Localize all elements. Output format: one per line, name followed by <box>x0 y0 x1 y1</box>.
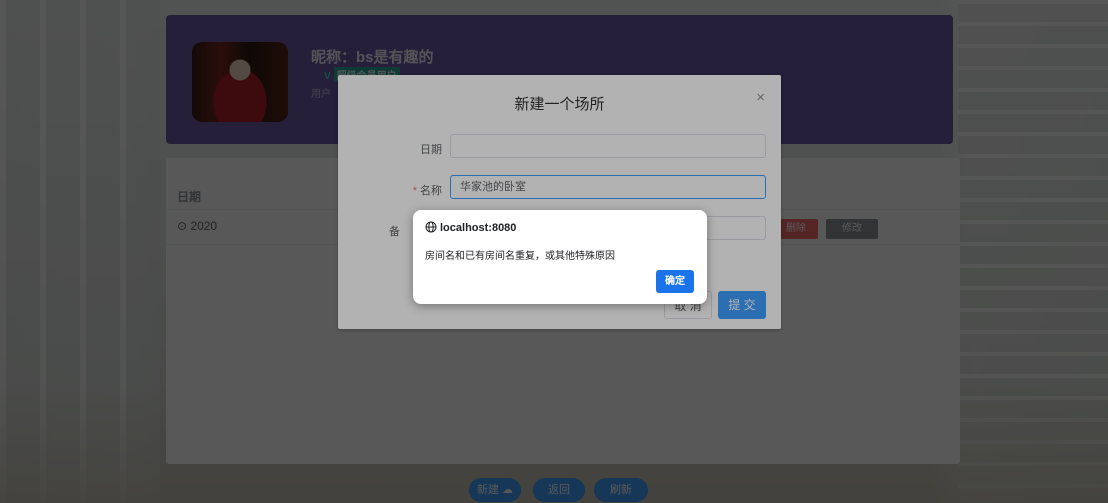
alert-message: 房间名和已有房间名重复，或其他特殊原因 <box>425 251 615 262</box>
alert-origin-text: localhost:8080 <box>440 222 517 234</box>
globe-icon <box>425 221 437 233</box>
browser-alert: localhost:8080 房间名和已有房间名重复，或其他特殊原因 确定 <box>413 210 707 304</box>
ok-button[interactable]: 确定 <box>656 270 694 293</box>
alert-origin: localhost:8080 <box>425 221 516 234</box>
